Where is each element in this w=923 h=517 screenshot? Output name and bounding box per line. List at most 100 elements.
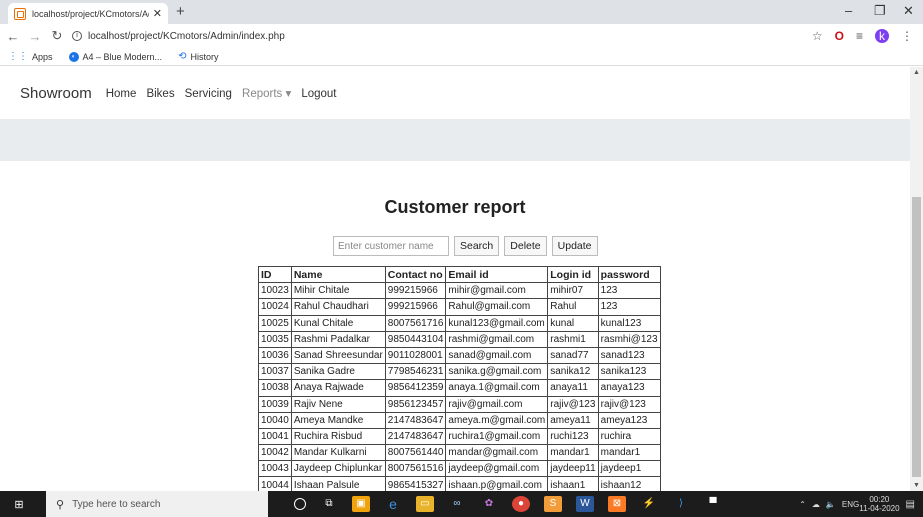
windows-start-icon[interactable]: ⊞ — [8, 498, 30, 511]
window-close-icon[interactable]: ✕ — [903, 3, 914, 19]
forward-icon[interactable]: → — [26, 29, 44, 44]
file-explorer-icon[interactable]: ▭ — [416, 496, 434, 512]
table-cell: Sanad Shreesundar — [290, 346, 386, 365]
table-cell: kunal123 — [597, 314, 661, 332]
table-row: 10024 Rahul Chaudhari 999215966 Rahul@gmail… — [258, 298, 661, 316]
bookmark-apps[interactable]: ⋮⋮ Apps — [8, 51, 53, 62]
bookmark-a4[interactable]: ◐ A4 – Blue Modern... — [68, 51, 162, 62]
search-button[interactable]: Search — [454, 236, 500, 256]
table-cell: rajiv@123 — [547, 395, 599, 413]
table-cell: 10025 — [258, 314, 292, 332]
nav-home[interactable]: Home — [106, 88, 137, 100]
table-cell: 10038 — [258, 379, 292, 397]
table-cell: 2147483647 — [384, 427, 447, 446]
extension-icon[interactable]: ≡ — [856, 29, 863, 43]
app-icon[interactable]: ✿ — [480, 496, 498, 512]
tab-favicon-icon — [14, 7, 26, 20]
address-bar[interactable]: i localhost/project/KCmotors/Admin/index… — [72, 31, 800, 42]
network-icon[interactable]: ☁ — [812, 500, 820, 509]
table-row: 10035 Rashmi Padalkar 9850443104 rashmi@gma… — [258, 330, 661, 348]
tab-close-icon[interactable]: ✕ — [153, 7, 162, 20]
table-cell: 9850443104 — [384, 330, 447, 348]
site-brand[interactable]: Showroom — [20, 85, 92, 102]
bookmark-favicon-icon: ◐ — [68, 51, 79, 62]
table-cell: ruchira — [597, 427, 661, 446]
table-cell: mihir@gmail.com — [445, 282, 549, 300]
monitor-icon[interactable]: ▀ — [704, 496, 722, 512]
table-cell: sanika12 — [547, 363, 599, 381]
table-cell: anaya.1@gmail.com — [445, 379, 549, 397]
table-cell: Kunal Chitale — [290, 314, 386, 332]
taskbar-apps: ⧉ ▣ e ▭ ∞ ✿ ● S W ⊠ ⚡ ⟩ ▀ — [294, 496, 736, 512]
tray-overflow-icon[interactable]: ⌃ — [799, 500, 806, 509]
customer-search-input[interactable] — [333, 236, 449, 256]
address-url: localhost/project/KCmotors/Admin/index.p… — [88, 30, 285, 42]
customer-search-form: Search Delete Update — [333, 236, 598, 256]
site-info-icon[interactable]: i — [72, 31, 82, 41]
language-indicator[interactable]: ENG — [842, 500, 859, 509]
header-banner — [0, 119, 910, 161]
table-cell: 10035 — [258, 330, 292, 348]
table-cell: 10042 — [258, 444, 292, 462]
table-cell: sanad@gmail.com — [445, 346, 549, 365]
word-icon[interactable]: W — [576, 496, 594, 512]
bolt-icon[interactable]: ⚡ — [640, 496, 658, 512]
maximize-icon[interactable]: ❐ — [874, 3, 886, 19]
store-icon[interactable]: ▣ — [352, 496, 370, 512]
link-icon[interactable]: ∞ — [448, 496, 466, 512]
table-cell: jaydeep11 — [547, 460, 599, 478]
back-icon[interactable]: ← — [4, 29, 22, 44]
nav-logout[interactable]: Logout — [301, 88, 336, 100]
taskbar-search[interactable]: ⚲ Type here to search — [46, 491, 268, 517]
task-view-icon[interactable]: ⧉ — [320, 496, 338, 512]
table-cell: Ishaan Palsule — [290, 476, 386, 491]
table-cell: 8007561440 — [384, 444, 447, 462]
table-cell: sanad77 — [547, 346, 599, 365]
minimize-icon[interactable]: – — [845, 3, 852, 18]
new-tab-icon[interactable]: + — [176, 3, 185, 20]
opera-extension-icon[interactable]: O — [835, 29, 844, 43]
chrome-icon[interactable]: ● — [512, 496, 530, 512]
table-cell: 8007561716 — [384, 314, 447, 332]
sublime-icon[interactable]: S — [544, 496, 562, 512]
table-cell: sanika.g@gmail.com — [445, 363, 549, 381]
table-cell: 9865415327 — [384, 476, 447, 491]
browser-menu-icon[interactable]: ⋮ — [901, 29, 913, 43]
bookmark-star-icon[interactable]: ☆ — [812, 29, 823, 43]
edge-icon[interactable]: e — [384, 496, 402, 512]
table-cell: kunal — [547, 314, 599, 332]
delete-button[interactable]: Delete — [504, 236, 547, 256]
update-button[interactable]: Update — [551, 236, 598, 256]
column-header: Login id — [547, 265, 599, 284]
table-cell: 10024 — [258, 298, 292, 316]
table-cell: 2147483647 — [384, 411, 447, 429]
table-cell: Anaya Rajwade — [290, 379, 386, 397]
table-cell: Ruchira Risbud — [290, 427, 386, 446]
browser-toolbar: ← → ↻ i localhost/project/KCmotors/Admin… — [0, 24, 923, 48]
notifications-icon[interactable]: ▤ — [906, 499, 915, 510]
table-cell: kunal123@gmail.com — [445, 314, 549, 332]
table-cell: 8007561516 — [384, 460, 447, 478]
xampp-icon[interactable]: ⊠ — [608, 496, 626, 512]
scrollbar-thumb[interactable] — [912, 197, 921, 477]
nav-reports-dropdown[interactable]: Reports ▾ — [242, 88, 291, 100]
profile-avatar[interactable]: k — [875, 29, 889, 43]
taskbar-clock[interactable]: 00:20 11-04-2020 — [859, 495, 899, 513]
vscode-icon[interactable]: ⟩ — [672, 496, 690, 512]
volume-icon[interactable]: 🔈 — [826, 500, 836, 509]
nav-servicing[interactable]: Servicing — [185, 88, 232, 100]
nav-bikes[interactable]: Bikes — [146, 88, 174, 100]
table-cell: sanika123 — [597, 363, 661, 381]
browser-tab[interactable]: localhost/project/KCmotors/Adm ✕ — [8, 3, 168, 24]
history-icon: ⟲ — [178, 51, 187, 62]
table-cell: ameya123 — [597, 411, 661, 429]
table-cell: 10023 — [258, 282, 292, 300]
cortana-icon[interactable] — [294, 498, 306, 510]
page-scrollbar[interactable]: ▲ ▼ — [910, 67, 923, 491]
bookmark-history[interactable]: ⟲ History — [178, 51, 218, 62]
scroll-down-icon[interactable]: ▼ — [913, 482, 920, 489]
reload-icon[interactable]: ↻ — [48, 28, 66, 44]
table-cell: Ameya Mandke — [290, 411, 386, 429]
scroll-up-icon[interactable]: ▲ — [913, 69, 920, 76]
table-row: 10036 Sanad Shreesundar 9011028001 sanad@gm… — [258, 346, 661, 365]
